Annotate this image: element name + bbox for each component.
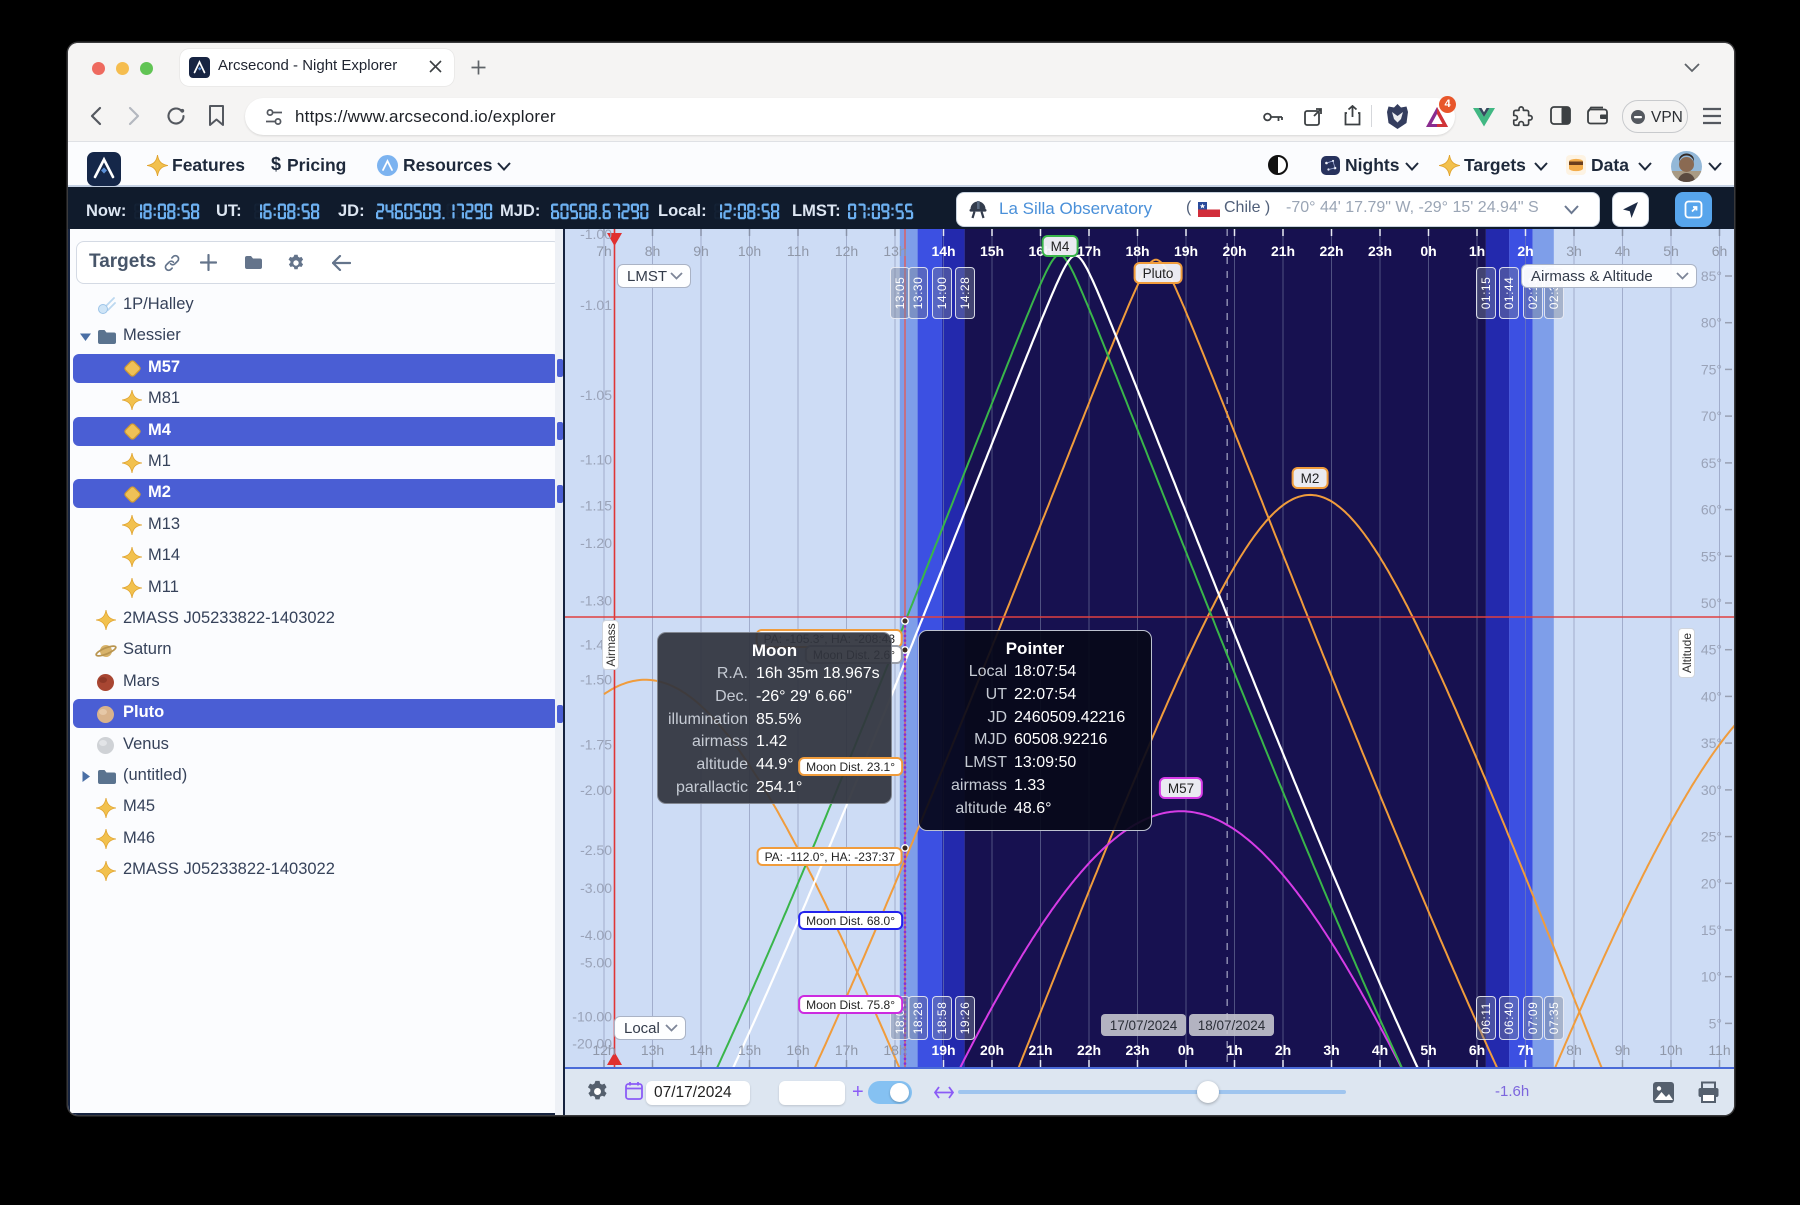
svg-text:3h: 3h <box>1323 1042 1339 1058</box>
svg-text:20°: 20° <box>1701 875 1722 891</box>
svg-text:4h: 4h <box>1615 243 1631 259</box>
svg-text:-4.00: -4.00 <box>580 927 612 943</box>
svg-text:35°: 35° <box>1701 735 1722 751</box>
svg-text:-1.01: -1.01 <box>580 297 612 313</box>
svg-text:70°: 70° <box>1701 408 1722 424</box>
svg-text:50°: 50° <box>1701 595 1722 611</box>
svg-text:10h: 10h <box>1659 1042 1682 1058</box>
svg-text:3h: 3h <box>1566 243 1582 259</box>
svg-text:15h: 15h <box>738 1042 761 1058</box>
svg-text:13h: 13h <box>883 243 906 259</box>
svg-text:9h: 9h <box>1615 1042 1631 1058</box>
svg-text:-5.00: -5.00 <box>580 954 612 970</box>
svg-text:-1.30: -1.30 <box>580 592 612 608</box>
svg-text:19h: 19h <box>931 1042 955 1058</box>
svg-text:-1.10: -1.10 <box>580 451 612 467</box>
svg-text:10°: 10° <box>1701 969 1722 985</box>
svg-text:55°: 55° <box>1701 548 1722 564</box>
svg-text:9h: 9h <box>693 243 709 259</box>
svg-text:0h: 0h <box>1420 243 1436 259</box>
svg-text:80°: 80° <box>1701 315 1722 331</box>
svg-text:-1.00: -1.00 <box>580 229 612 242</box>
svg-text:21h: 21h <box>1271 243 1295 259</box>
svg-text:-1.20: -1.20 <box>580 535 612 551</box>
svg-text:-1.75: -1.75 <box>580 737 612 753</box>
svg-text:1h: 1h <box>1469 243 1485 259</box>
svg-text:-2.50: -2.50 <box>580 842 612 858</box>
svg-text:4h: 4h <box>1372 1042 1388 1058</box>
svg-text:22h: 22h <box>1077 1042 1101 1058</box>
svg-text:10h: 10h <box>738 243 761 259</box>
svg-text:-1.05: -1.05 <box>580 387 612 403</box>
svg-text:20h: 20h <box>1222 243 1246 259</box>
svg-text:14h: 14h <box>689 1042 712 1058</box>
svg-text:40°: 40° <box>1701 688 1722 704</box>
svg-text:15°: 15° <box>1701 922 1722 938</box>
svg-text:75°: 75° <box>1701 361 1722 377</box>
svg-text:-3.00: -3.00 <box>580 880 612 896</box>
svg-text:-20.00: -20.00 <box>572 1035 612 1051</box>
svg-text:1h: 1h <box>1226 1042 1242 1058</box>
svg-text:18h: 18h <box>1125 243 1149 259</box>
svg-text:19h: 19h <box>1174 243 1198 259</box>
svg-text:8h: 8h <box>1566 1042 1582 1058</box>
svg-text:65°: 65° <box>1701 455 1722 471</box>
svg-text:5h: 5h <box>1420 1042 1436 1058</box>
svg-text:22h: 22h <box>1319 243 1343 259</box>
svg-text:5h: 5h <box>1663 243 1679 259</box>
svg-text:2h: 2h <box>1517 243 1533 259</box>
svg-text:23h: 23h <box>1125 1042 1149 1058</box>
svg-text:18h: 18h <box>883 1042 906 1058</box>
svg-text:-10.00: -10.00 <box>572 1009 612 1025</box>
svg-text:14h: 14h <box>931 243 955 259</box>
svg-text:7h: 7h <box>596 243 612 259</box>
svg-text:6h: 6h <box>1469 1042 1485 1058</box>
svg-text:17h: 17h <box>1077 243 1101 259</box>
svg-text:8h: 8h <box>645 243 661 259</box>
svg-text:17h: 17h <box>835 1042 858 1058</box>
svg-text:12h: 12h <box>835 243 858 259</box>
svg-text:13h: 13h <box>641 1042 664 1058</box>
svg-text:15h: 15h <box>980 243 1004 259</box>
svg-text:11h: 11h <box>787 243 809 259</box>
svg-text:45°: 45° <box>1701 642 1722 658</box>
svg-text:2h: 2h <box>1275 1042 1291 1058</box>
svg-text:11h: 11h <box>1708 1042 1730 1058</box>
svg-text:21h: 21h <box>1028 1042 1052 1058</box>
svg-text:7h: 7h <box>1517 1042 1533 1058</box>
svg-text:-2.00: -2.00 <box>580 782 612 798</box>
svg-text:16h: 16h <box>786 1042 809 1058</box>
svg-text:0h: 0h <box>1178 1042 1194 1058</box>
svg-text:5°: 5° <box>1709 1015 1722 1031</box>
svg-text:-1.50: -1.50 <box>580 672 612 688</box>
svg-text:30°: 30° <box>1701 782 1722 798</box>
svg-text:60°: 60° <box>1701 502 1722 518</box>
svg-text:85°: 85° <box>1701 268 1722 284</box>
svg-text:23h: 23h <box>1368 243 1392 259</box>
svg-text:-1.15: -1.15 <box>580 498 612 514</box>
svg-text:25°: 25° <box>1701 829 1722 845</box>
svg-text:20h: 20h <box>980 1042 1004 1058</box>
svg-text:6h: 6h <box>1712 243 1728 259</box>
